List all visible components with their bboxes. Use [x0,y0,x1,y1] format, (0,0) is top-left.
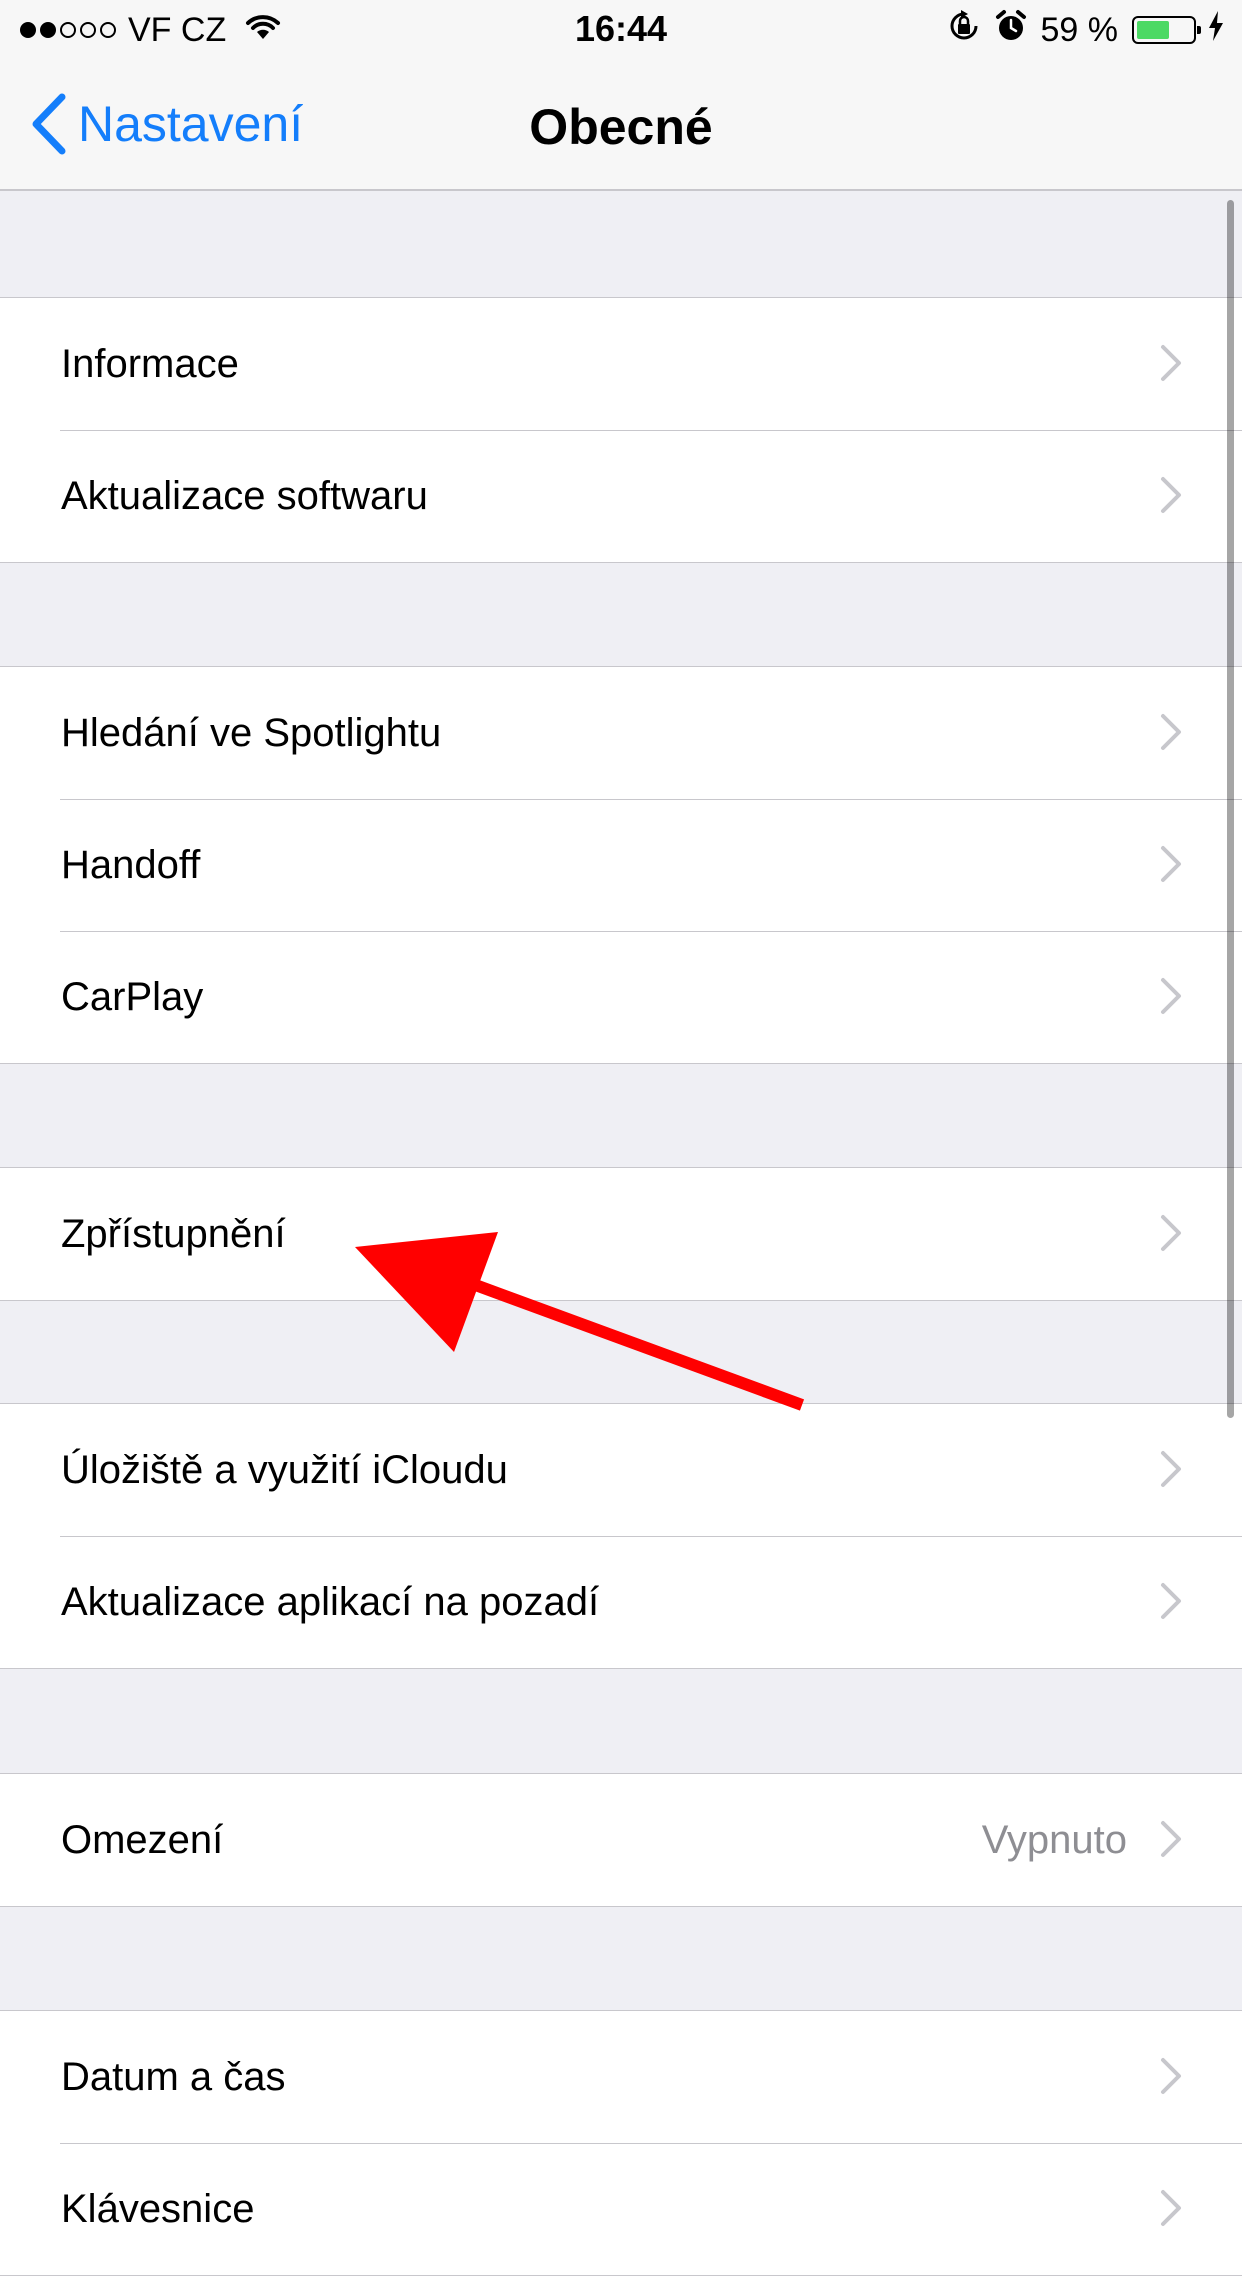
settings-item-datum-a-cas[interactable]: Datum a čas [0,2011,1242,2143]
status-bar: VF CZ 16:44 59 % [0,0,1242,60]
settings-item-label: Úložiště a využití iCloudu [61,1447,508,1492]
settings-group-4: Úložiště a využití iCloudu Aktualizace a… [0,1403,1242,1669]
orientation-lock-icon [947,9,981,52]
settings-item-label: Hledání ve Spotlightu [61,710,442,755]
chevron-right-icon [1161,1451,1181,1487]
settings-item-handoff[interactable]: Handoff [0,799,1242,931]
settings-item-carplay[interactable]: CarPlay [0,931,1242,1063]
chevron-right-icon [1161,2190,1181,2226]
page-title: Obecné [529,99,713,155]
settings-item-informace[interactable]: Informace [0,298,1242,430]
settings-item-zpristupneni[interactable]: Zpřístupnění [0,1168,1242,1300]
status-right: 59 % [947,9,1225,52]
chevron-right-icon [1161,846,1181,882]
settings-item-detail: Vypnuto [981,1817,1127,1862]
scroll-indicator[interactable] [1227,200,1234,1418]
chevron-right-icon [1161,345,1181,381]
settings-item-omezeni[interactable]: Omezení Vypnuto [0,1774,1242,1906]
settings-item-klavesnice[interactable]: Klávesnice [0,2143,1242,2275]
chevron-right-icon [1161,978,1181,1014]
chevron-right-icon [1161,2058,1181,2094]
chevron-right-icon [1161,714,1181,750]
settings-item-label: Handoff [61,842,201,887]
chevron-right-icon [1161,477,1181,513]
settings-item-label: Aktualizace softwaru [61,473,428,518]
navigation-bar: Nastavení Obecné [0,60,1242,191]
alarm-icon [995,9,1027,52]
settings-item-label: Omezení [61,1817,224,1862]
settings-group-5: Omezení Vypnuto [0,1773,1242,1907]
settings-item-label: Datum a čas [61,2054,286,2099]
settings-item-label: Aktualizace aplikací na pozadí [61,1579,600,1624]
settings-group-2: Hledání ve Spotlightu Handoff CarPlay [0,666,1242,1064]
settings-group-1: Informace Aktualizace softwaru [0,297,1242,563]
settings-item-aktualizace-softwaru[interactable]: Aktualizace softwaru [0,430,1242,562]
settings-item-aktualizace-aplikaci-na-pozadi[interactable]: Aktualizace aplikací na pozadí [0,1536,1242,1668]
settings-item-hledani-ve-spotlightu[interactable]: Hledání ve Spotlightu [0,667,1242,799]
settings-item-uloziste-a-vyuziti-icloudu[interactable]: Úložiště a využití iCloudu [0,1404,1242,1536]
settings-item-label: Zpřístupnění [61,1211,286,1256]
chevron-right-icon [1161,1215,1181,1251]
charging-bolt-icon [1208,10,1224,50]
chevron-right-icon [1161,1821,1181,1857]
battery-percent: 59 % [1040,10,1119,49]
battery-icon [1132,16,1201,44]
settings-group-6: Datum a čas Klávesnice [0,2010,1242,2276]
settings-item-label: Klávesnice [61,2186,255,2231]
settings-group-3: Zpřístupnění [0,1167,1242,1301]
chevron-right-icon [1161,1583,1181,1619]
settings-item-label: CarPlay [61,974,204,1019]
settings-item-label: Informace [61,341,239,386]
